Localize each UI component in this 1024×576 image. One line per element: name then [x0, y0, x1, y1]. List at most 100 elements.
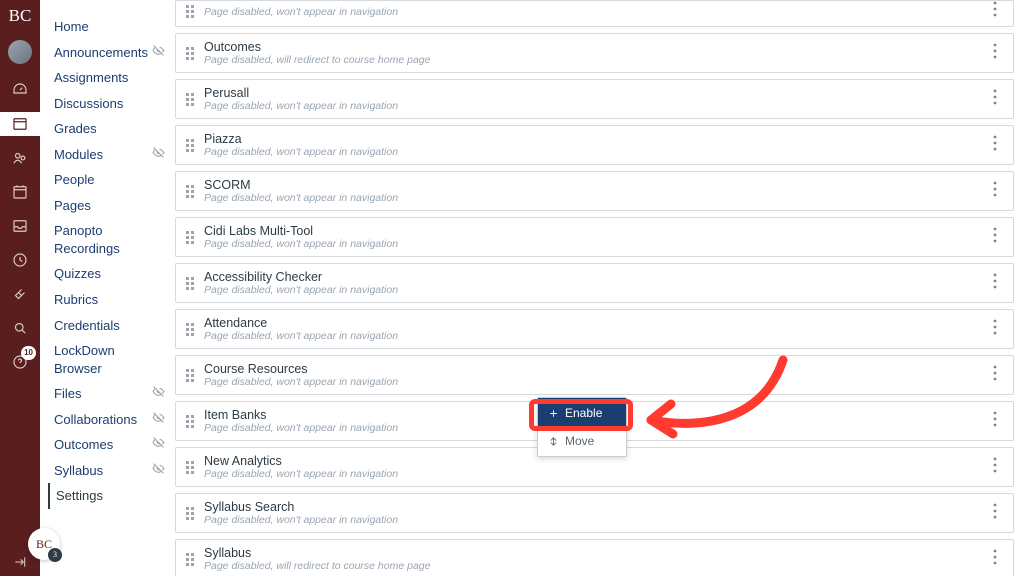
card-title: Accessibility Checker: [204, 270, 985, 284]
card-subtitle: Page disabled, will redirect to course h…: [204, 560, 985, 572]
nav-item-card[interactable]: Cidi Labs Multi-ToolPage disabled, won't…: [175, 217, 1014, 257]
card-title: SCORM: [204, 178, 985, 192]
disabled-nav-list: Page disabled, won't appear in navigatio…: [175, 0, 1014, 576]
card-subtitle: Page disabled, won't appear in navigatio…: [204, 146, 985, 158]
card-subtitle: Page disabled, won't appear in navigatio…: [204, 238, 985, 250]
search-icon[interactable]: [0, 316, 40, 340]
kebab-icon[interactable]: [985, 365, 1005, 386]
coursenav-item-files[interactable]: Files: [54, 381, 165, 407]
help-icon[interactable]: 10: [0, 350, 40, 374]
calendar-icon[interactable]: [0, 180, 40, 204]
kebab-icon[interactable]: [985, 227, 1005, 248]
kebab-icon[interactable]: [985, 273, 1005, 294]
nav-item-card[interactable]: Course ResourcesPage disabled, won't app…: [175, 355, 1014, 395]
nav-item-card[interactable]: Syllabus SearchPage disabled, won't appe…: [175, 493, 1014, 533]
main-content: Page disabled, won't appear in navigatio…: [175, 0, 1024, 576]
coursenav-item-panopto-recordings[interactable]: Panopto Recordings: [54, 218, 165, 261]
nav-item-card[interactable]: SyllabusPage disabled, will redirect to …: [175, 539, 1014, 576]
drag-handle-icon[interactable]: [184, 323, 196, 336]
popup-enable[interactable]: Enable: [538, 398, 626, 428]
floating-avatar[interactable]: BC 3: [28, 528, 60, 560]
rail-avatar[interactable]: [8, 40, 32, 64]
drag-handle-icon[interactable]: [184, 47, 196, 60]
drag-handle-icon[interactable]: [184, 553, 196, 566]
nav-item-card[interactable]: Page disabled, won't appear in navigatio…: [175, 0, 1014, 27]
options-popup: Enable Move: [537, 397, 627, 457]
drag-handle-icon[interactable]: [184, 185, 196, 198]
history-icon[interactable]: [0, 248, 40, 272]
coursenav-item-credentials[interactable]: Credentials: [54, 313, 165, 339]
drag-handle-icon[interactable]: [184, 139, 196, 152]
coursenav-item-collaborations[interactable]: Collaborations: [54, 407, 165, 433]
coursenav-item-announcements[interactable]: Announcements: [54, 40, 165, 66]
kebab-icon[interactable]: [985, 503, 1005, 524]
card-subtitle: Page disabled, won't appear in navigatio…: [204, 100, 985, 112]
coursenav-item-syllabus[interactable]: Syllabus: [54, 458, 165, 484]
coursenav-item-modules[interactable]: Modules: [54, 142, 165, 168]
card-title: Attendance: [204, 316, 985, 330]
popup-enable-label: Enable: [565, 406, 602, 420]
card-subtitle: Page disabled, won't appear in navigatio…: [204, 376, 985, 388]
coursenav-item-home[interactable]: Home: [54, 14, 165, 40]
coursenav-item-lockdown-browser[interactable]: LockDown Browser: [54, 338, 165, 381]
kebab-icon[interactable]: [985, 181, 1005, 202]
dashboard-icon[interactable]: [0, 78, 40, 102]
floating-avatar-badge: 3: [48, 548, 62, 562]
kebab-icon[interactable]: [985, 549, 1005, 570]
card-subtitle: Page disabled, won't appear in navigatio…: [204, 330, 985, 342]
coursenav-item-outcomes[interactable]: Outcomes: [54, 432, 165, 458]
drag-handle-icon[interactable]: [184, 5, 196, 18]
hidden-icon: [152, 146, 165, 164]
kebab-icon[interactable]: [985, 319, 1005, 340]
hidden-icon: [152, 462, 165, 480]
nav-item-card[interactable]: OutcomesPage disabled, will redirect to …: [175, 33, 1014, 73]
inbox-icon[interactable]: [0, 214, 40, 238]
nav-item-card[interactable]: Accessibility CheckerPage disabled, won'…: [175, 263, 1014, 303]
card-subtitle: Page disabled, won't appear in navigatio…: [204, 514, 985, 526]
kebab-icon[interactable]: [985, 411, 1005, 432]
drag-handle-icon[interactable]: [184, 507, 196, 520]
card-title: Course Resources: [204, 362, 985, 376]
coursenav-item-rubrics[interactable]: Rubrics: [54, 287, 165, 313]
coursenav-item-assignments[interactable]: Assignments: [54, 65, 165, 91]
coursenav-item-quizzes[interactable]: Quizzes: [54, 261, 165, 287]
kebab-icon[interactable]: [985, 43, 1005, 64]
drag-handle-icon[interactable]: [184, 231, 196, 244]
card-subtitle: Page disabled, won't appear in navigatio…: [204, 284, 985, 296]
courses-icon[interactable]: [0, 112, 40, 136]
nav-item-card[interactable]: PiazzaPage disabled, won't appear in nav…: [175, 125, 1014, 165]
card-title: Syllabus Search: [204, 500, 985, 514]
nav-item-card[interactable]: AttendancePage disabled, won't appear in…: [175, 309, 1014, 349]
hidden-icon: [152, 436, 165, 454]
coursenav-item-grades[interactable]: Grades: [54, 116, 165, 142]
card-title: Syllabus: [204, 546, 985, 560]
drag-handle-icon[interactable]: [184, 93, 196, 106]
drag-handle-icon[interactable]: [184, 415, 196, 428]
drag-handle-icon[interactable]: [184, 277, 196, 290]
coursenav-item-settings[interactable]: Settings: [48, 483, 165, 509]
rail-logo[interactable]: BC: [9, 6, 32, 26]
coursenav-item-pages[interactable]: Pages: [54, 193, 165, 219]
nav-item-card[interactable]: PerusallPage disabled, won't appear in n…: [175, 79, 1014, 119]
card-title: Perusall: [204, 86, 985, 100]
card-subtitle: Page disabled, will redirect to course h…: [204, 54, 985, 66]
kebab-icon[interactable]: [985, 89, 1005, 110]
global-rail: BC 10: [0, 0, 40, 576]
kebab-icon[interactable]: [985, 135, 1005, 156]
coursenav-item-people[interactable]: People: [54, 167, 165, 193]
nav-item-card[interactable]: SCORMPage disabled, won't appear in navi…: [175, 171, 1014, 211]
coursenav-item-discussions[interactable]: Discussions: [54, 91, 165, 117]
drag-handle-icon[interactable]: [184, 461, 196, 474]
commons-icon[interactable]: [0, 282, 40, 306]
course-nav: HomeAnnouncementsAssignmentsDiscussionsG…: [40, 0, 175, 576]
kebab-icon[interactable]: [985, 457, 1005, 478]
drag-handle-icon[interactable]: [184, 369, 196, 382]
popup-move[interactable]: Move: [538, 428, 626, 456]
groups-icon[interactable]: [0, 146, 40, 170]
card-subtitle: Page disabled, won't appear in navigatio…: [204, 6, 985, 18]
hidden-icon: [152, 385, 165, 403]
popup-move-label: Move: [565, 434, 594, 448]
card-title: Outcomes: [204, 40, 985, 54]
kebab-icon[interactable]: [985, 1, 1005, 22]
hidden-icon: [152, 411, 165, 429]
